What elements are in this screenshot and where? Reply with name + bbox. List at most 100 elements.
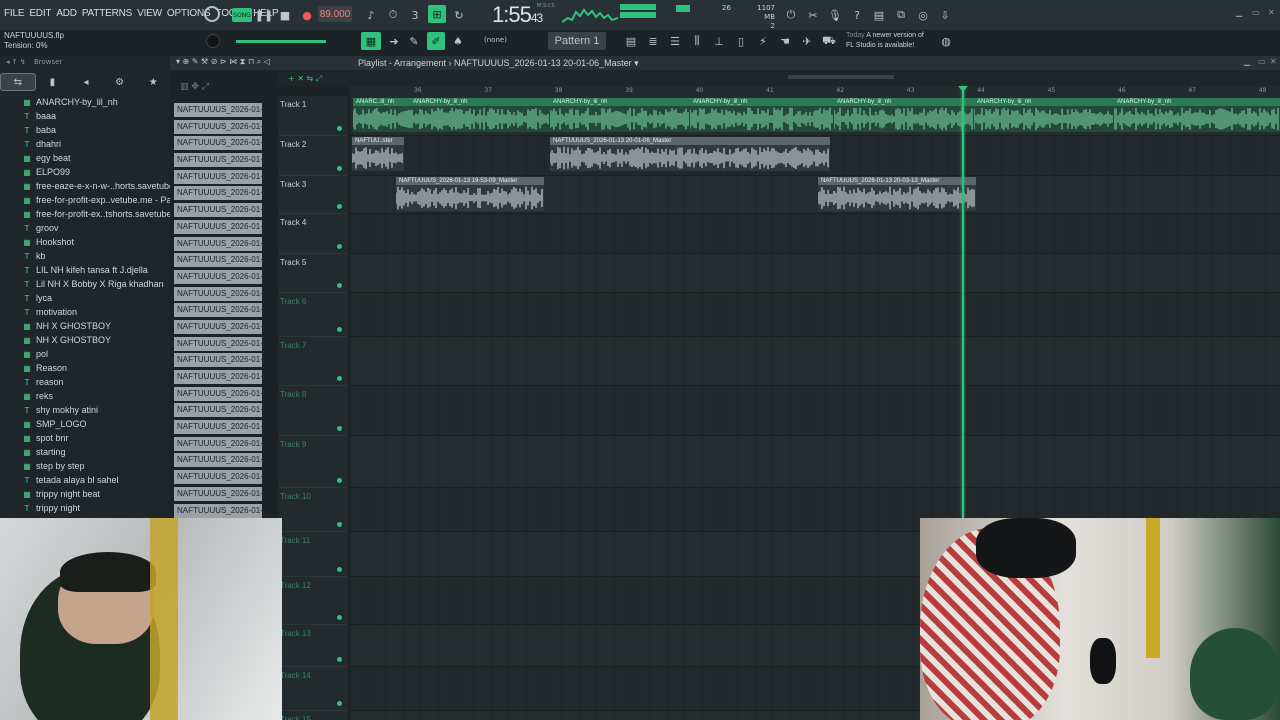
picker-item[interactable]: NAFTUUUUS_2026-01-13.. — [174, 269, 262, 284]
record-icon[interactable]: ● — [298, 6, 316, 24]
picker-item[interactable]: NAFTUUUUS_2026-01-13.. — [174, 286, 262, 301]
track-mute-led[interactable] — [337, 426, 342, 431]
loop-record-icon[interactable]: ↻ — [450, 6, 468, 24]
pattern-song-toggle-icon[interactable] — [204, 6, 220, 22]
picker-item[interactable]: NAFTUUUUS_2026-01-13.. — [174, 420, 262, 435]
browser-item[interactable]: ▦ pol — [22, 347, 189, 361]
picker-item[interactable]: NAFTUUUUS_2026-01-13.. — [174, 386, 262, 401]
browser-nav-icon[interactable]: ◂ ↑ ↯ — [6, 58, 26, 66]
browser-item[interactable]: Tshy mokhy atini — [22, 403, 189, 417]
track-header[interactable]: Track 10 — [278, 488, 348, 532]
picker-item[interactable]: NAFTUUUUS_2026-01-13.. — [174, 153, 262, 168]
browser-tab-star-icon[interactable]: ★ — [136, 73, 170, 91]
menu-view[interactable]: VIEW — [137, 8, 162, 19]
audio-clip[interactable]: ANARCHY-by_lil_nh — [690, 98, 834, 132]
track-header[interactable]: Track 5 — [278, 254, 348, 293]
picker-item[interactable]: NAFTUUUUS_2026-01-13.. — [174, 186, 262, 201]
browser-item[interactable]: ▦ free-for-profit-exp..vetube.me - Part_2 — [22, 193, 189, 207]
picker-item[interactable]: NAFTUUUUS_2026-01-13.. — [174, 219, 262, 234]
picker-item[interactable]: NAFTUUUUS_2026-01-13.. — [174, 353, 262, 368]
news-panel[interactable]: Today A newer version of FL Studio is av… — [846, 31, 924, 51]
track-header[interactable]: Track 1 — [278, 96, 348, 136]
track-mute-led[interactable] — [337, 615, 342, 620]
browser-item[interactable]: T Lil NH X Bobby X Riga khadhan — [22, 277, 189, 291]
browser-tab-project-icon[interactable]: ▮ — [36, 73, 70, 91]
playlist-close-icon[interactable]: ✕ — [1270, 57, 1277, 66]
track-mute-led[interactable] — [337, 478, 342, 483]
menu-add[interactable]: ADD — [56, 8, 77, 19]
track-header[interactable]: Track 6 — [278, 293, 348, 337]
track-mute-led[interactable] — [337, 657, 342, 662]
cart-icon[interactable]: ⛟ — [820, 32, 838, 50]
track-header[interactable]: Track 7 — [278, 337, 348, 386]
track-lane[interactable] — [350, 436, 1280, 488]
wait-input-icon[interactable]: ⏱ — [384, 6, 402, 24]
menu-file[interactable]: FILE — [4, 8, 25, 19]
plugin-picker-icon[interactable]: ⧉ — [892, 6, 910, 24]
picker-item[interactable]: NAFTUUUUS_2026-01-13.. — [174, 453, 262, 468]
channel-rack-icon[interactable]: ☰ — [666, 32, 684, 50]
microphone-icon[interactable]: 🎙 — [826, 6, 844, 24]
browser-item[interactable]: T LIL NH kifeh tansa ft J.djella — [22, 263, 189, 277]
restore-icon[interactable]: ▭ — [1252, 8, 1260, 17]
mixer-icon[interactable]: ✂ — [804, 6, 822, 24]
browser-item[interactable]: ▦ Reason — [22, 361, 189, 375]
playhead[interactable] — [962, 86, 964, 518]
track-header[interactable]: Track 8 — [278, 386, 348, 436]
pattern-selector[interactable]: Pattern 1 — [548, 32, 606, 50]
cpu-panic-icon[interactable]: ⏻ — [782, 6, 800, 24]
track-mute-led[interactable] — [337, 327, 342, 332]
track-header[interactable]: Track 4 — [278, 214, 348, 254]
track-header[interactable]: Track 9 — [278, 436, 348, 488]
track-mute-led[interactable] — [337, 376, 342, 381]
playlist-snap-icon[interactable]: ▦ — [361, 32, 381, 50]
browser-tab-plugin-icon[interactable]: ⚙ — [103, 73, 137, 91]
playlist-maximize-icon[interactable]: ▭ — [1258, 57, 1266, 66]
minimize-icon[interactable]: ▁ — [1236, 8, 1242, 17]
audio-clip[interactable]: ANARCHY-by_lil_nh — [834, 98, 974, 132]
browser-item[interactable]: ▦ Hookshot — [22, 235, 189, 249]
playlist-minimize-icon[interactable]: ▁ — [1244, 57, 1250, 66]
clipboard-icon[interactable]: ▯ — [732, 32, 750, 50]
overview-controls[interactable]: + ✕ ⇆ ⤢ — [288, 74, 322, 84]
audio-clip[interactable]: ANARCHY-by_lil_nh — [410, 98, 550, 132]
picker-item[interactable]: NAFTUUUUS_2026-01-13.. — [174, 470, 262, 485]
picker-item[interactable]: NAFTUUUUS_2026-01-13.. — [174, 169, 262, 184]
browser-tab-speaker-icon[interactable]: ◂ — [69, 73, 103, 91]
browser-item[interactable]: Tbaba — [22, 123, 189, 137]
audio-clip[interactable]: ANARCHY-by_lil_nh — [550, 98, 690, 132]
pencil-icon[interactable]: ✎ — [405, 32, 423, 50]
picker-item[interactable]: NAFTUUUUS_2026-01-13.. — [174, 336, 262, 351]
picker-item[interactable]: NAFTUUUUS_2026-01-13.. — [174, 119, 262, 134]
track-mute-led[interactable] — [337, 522, 342, 527]
browser-item[interactable]: ▦ ANARCHY-by_lil_nh — [22, 95, 189, 109]
track-mute-led[interactable] — [337, 244, 342, 249]
track-mute-led[interactable] — [337, 283, 342, 288]
track-mute-led[interactable] — [337, 166, 342, 171]
browser-item[interactable]: Tdhahri — [22, 137, 189, 151]
browser-item[interactable]: ▦ trippy night beat — [22, 487, 189, 501]
menu-edit[interactable]: EDIT — [29, 8, 51, 19]
bird-icon[interactable]: ✈ — [798, 32, 816, 50]
browser-item[interactable]: ▦ spot bnr — [22, 431, 189, 445]
playlist-pattern-name[interactable]: NAFTUUUUS_2026-01-13 20-01-06_Master — [454, 58, 632, 68]
picker-item[interactable]: NAFTUUUUS_2026-01-13.. — [174, 136, 262, 151]
touch-icon[interactable]: ☚ — [776, 32, 794, 50]
browser-item[interactable]: ▦ SMP_LOGO — [22, 417, 189, 431]
browser-item[interactable]: Ttetada alaya bl sahel — [22, 473, 189, 487]
song-mode-button[interactable]: SONG — [232, 8, 252, 22]
browser-item[interactable]: ▦ free-for-profit-ex..tshorts.savetube.me — [22, 207, 189, 221]
overview-scrollbar[interactable] — [788, 75, 894, 79]
browser-item[interactable]: ▦ NH X GHOSTBOY — [22, 333, 189, 347]
track-lane[interactable] — [350, 293, 1280, 337]
globe-icon[interactable]: ◍ — [937, 32, 955, 50]
browser-item[interactable]: ▦ egy beat — [22, 151, 189, 165]
browser-item[interactable]: Tkb — [22, 249, 189, 263]
audio-clip[interactable]: NAFTUU..ster — [352, 137, 404, 171]
browser-item[interactable]: Tbaaa — [22, 109, 189, 123]
arrow-right-icon[interactable]: ➜ — [385, 32, 403, 50]
audio-clip[interactable]: NAFTUUUUS_2026-01-13 20-03-13_Master — [818, 177, 976, 211]
master-volume-slider[interactable] — [236, 40, 326, 43]
track-header[interactable]: Track 14 — [278, 667, 348, 711]
track-mute-led[interactable] — [337, 126, 342, 131]
